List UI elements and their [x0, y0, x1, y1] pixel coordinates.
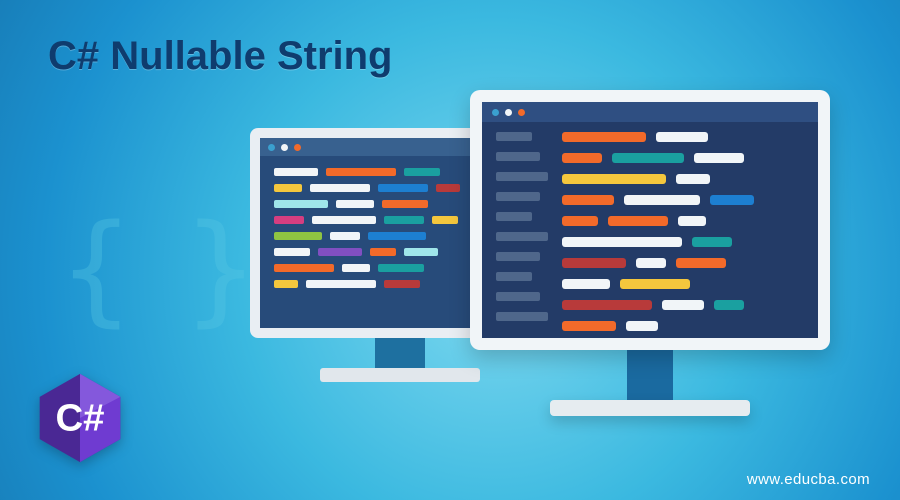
code-segment — [694, 153, 744, 163]
code-segment — [626, 321, 658, 331]
code-segment — [620, 279, 690, 289]
code-row — [562, 216, 804, 226]
code-segment — [562, 300, 652, 310]
code-segment — [562, 216, 598, 226]
code-segment — [562, 258, 626, 268]
code-lines-front — [562, 132, 804, 324]
gutter-mark — [496, 312, 548, 321]
code-segment — [312, 216, 376, 224]
code-row — [562, 174, 804, 184]
code-segment — [662, 300, 704, 310]
banner-canvas: { } C# Nullable String — [0, 0, 900, 500]
code-segment — [318, 248, 362, 256]
code-row — [562, 132, 804, 142]
page-title: C# Nullable String — [48, 34, 393, 79]
window-dot — [518, 109, 525, 116]
code-row — [562, 258, 804, 268]
decor-brackets: { } — [60, 200, 247, 339]
code-segment — [608, 216, 668, 226]
code-segment — [326, 168, 396, 176]
code-segment — [404, 248, 438, 256]
gutter-mark — [496, 292, 540, 301]
window-dot — [505, 109, 512, 116]
code-area-front — [496, 132, 804, 324]
code-segment — [274, 264, 334, 272]
code-segment — [562, 132, 646, 142]
code-segment — [368, 232, 426, 240]
window-dot — [294, 144, 301, 151]
code-segment — [656, 132, 708, 142]
monitor-front-screen — [470, 90, 830, 350]
code-segment — [306, 280, 376, 288]
code-segment — [562, 321, 616, 331]
code-segment — [636, 258, 666, 268]
window-dot — [281, 144, 288, 151]
csharp-logo-icon: C# — [32, 370, 128, 466]
code-segment — [714, 300, 744, 310]
code-segment — [330, 232, 360, 240]
gutter-mark — [496, 172, 548, 181]
code-segment — [562, 153, 602, 163]
code-segment — [274, 216, 304, 224]
code-segment — [274, 280, 298, 288]
line-gutter — [496, 132, 548, 324]
gutter-mark — [496, 212, 532, 221]
window-dot — [492, 109, 499, 116]
gutter-mark — [496, 152, 540, 161]
gutter-mark — [496, 192, 540, 201]
site-url: www.educba.com — [747, 471, 870, 488]
code-segment — [274, 248, 310, 256]
code-segment — [378, 184, 428, 192]
code-segment — [612, 153, 684, 163]
monitor-front-base — [550, 400, 750, 416]
code-row — [562, 300, 804, 310]
code-segment — [310, 184, 370, 192]
code-segment — [432, 216, 458, 224]
code-row — [562, 237, 804, 247]
window-dot — [268, 144, 275, 151]
code-segment — [436, 184, 460, 192]
csharp-glyph: C# — [55, 396, 104, 439]
code-segment — [562, 237, 682, 247]
code-segment — [382, 200, 428, 208]
code-segment — [678, 216, 706, 226]
code-segment — [404, 168, 440, 176]
code-segment — [274, 184, 302, 192]
code-segment — [676, 258, 726, 268]
code-segment — [676, 174, 710, 184]
code-segment — [562, 174, 666, 184]
code-segment — [378, 264, 424, 272]
code-segment — [624, 195, 700, 205]
gutter-mark — [496, 232, 548, 241]
code-segment — [370, 248, 396, 256]
code-segment — [274, 232, 322, 240]
gutter-mark — [496, 272, 532, 281]
code-segment — [274, 200, 328, 208]
monitor-front — [470, 90, 830, 416]
gutter-mark — [496, 132, 532, 141]
code-segment — [384, 216, 424, 224]
code-segment — [342, 264, 370, 272]
code-segment — [562, 279, 610, 289]
code-row — [562, 195, 804, 205]
monitor-back-base — [320, 368, 480, 382]
monitor-back-stand — [375, 338, 425, 368]
code-segment — [384, 280, 420, 288]
code-segment — [692, 237, 732, 247]
code-segment — [274, 168, 318, 176]
code-segment — [710, 195, 754, 205]
monitor-front-topbar — [482, 102, 818, 122]
code-row — [562, 279, 804, 289]
monitor-front-stand — [627, 350, 673, 400]
code-row — [562, 153, 804, 163]
code-segment — [336, 200, 374, 208]
code-segment — [562, 195, 614, 205]
code-row — [562, 321, 804, 331]
gutter-mark — [496, 252, 540, 261]
